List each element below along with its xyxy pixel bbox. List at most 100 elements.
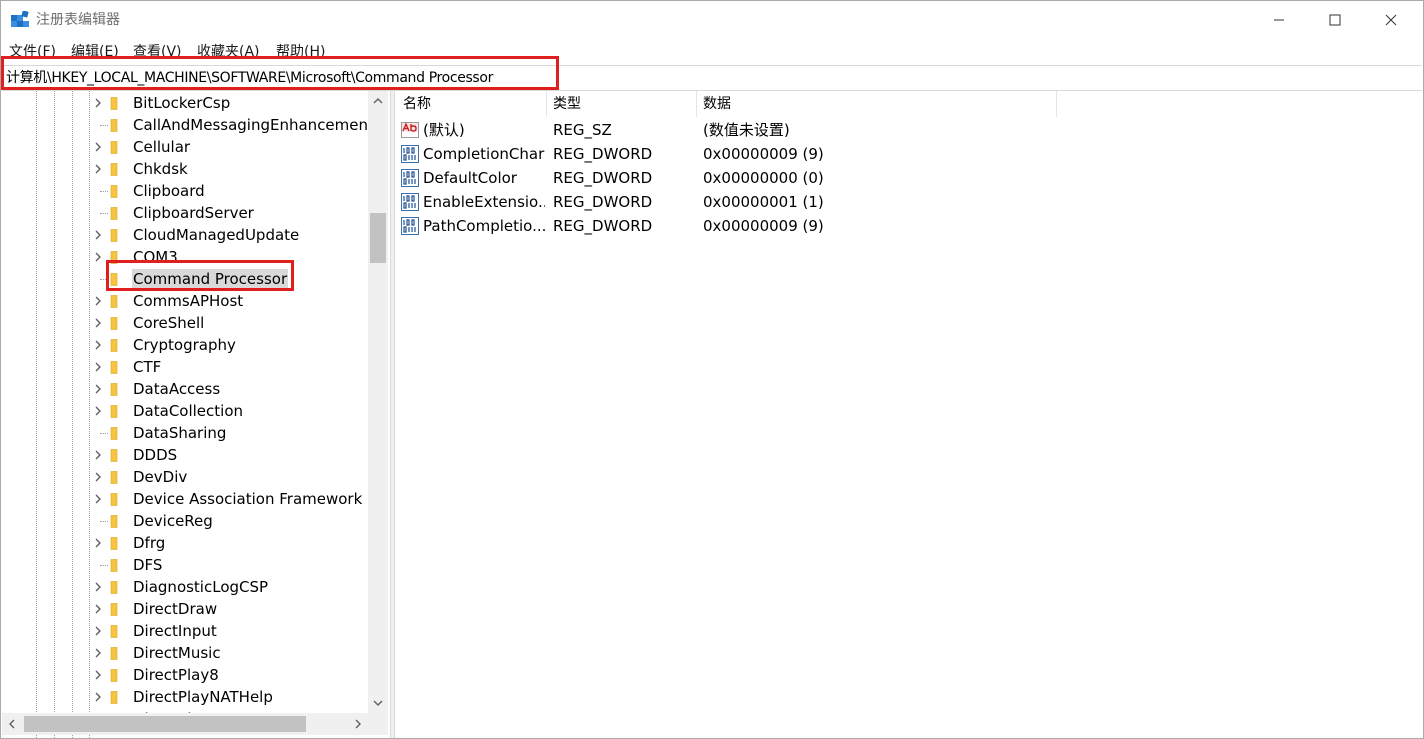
tree-item[interactable]: Device Association Framework: [2, 488, 368, 510]
expand-chevron-icon[interactable]: [93, 648, 103, 658]
expand-chevron-icon[interactable]: [93, 538, 103, 548]
tree-item[interactable]: CloudManagedUpdate: [2, 224, 368, 246]
tree-item[interactable]: CommsAPHost: [2, 290, 368, 312]
expand-chevron-icon[interactable]: [93, 164, 103, 174]
folder-icon: [110, 647, 118, 660]
chevron-left-icon: [9, 719, 15, 729]
tree-item[interactable]: Chkdsk: [2, 158, 368, 180]
tree-item-label: DiagnosticLogCSP: [133, 578, 269, 596]
tree-item-label: CTF: [133, 358, 162, 376]
folder-icon: [110, 97, 118, 110]
tree-item[interactable]: Clipboard: [2, 180, 368, 202]
chevron-right-icon: [355, 719, 361, 729]
tree-item[interactable]: DirectDraw: [2, 598, 368, 620]
tree-item[interactable]: DiagnosticLogCSP: [2, 576, 368, 598]
expand-chevron-icon[interactable]: [93, 472, 103, 482]
expand-chevron-icon[interactable]: [93, 626, 103, 636]
column-header-type[interactable]: 类型: [546, 91, 696, 117]
tree-vertical-scrollbar[interactable]: [368, 91, 388, 713]
vertical-scroll-thumb[interactable]: [370, 213, 386, 263]
expand-chevron-icon[interactable]: [93, 296, 103, 306]
value-name: (默认): [423, 121, 465, 139]
folder-icon: [110, 339, 118, 352]
value-row[interactable]: EnableExtensio... REG_DWORD 0x00000001 (1): [396, 190, 1396, 214]
tree-item[interactable]: BitLockerCsp: [2, 92, 368, 114]
tree-item[interactable]: DFS: [2, 554, 368, 576]
column-header-data[interactable]: 数据: [696, 91, 1056, 117]
expand-chevron-icon[interactable]: [93, 692, 103, 702]
expand-chevron-icon[interactable]: [93, 230, 103, 240]
address-highlight-box: [1, 56, 559, 90]
scroll-left-button[interactable]: [2, 713, 22, 735]
tree-item[interactable]: CTF: [2, 356, 368, 378]
folder-icon: [110, 427, 118, 440]
maximize-button[interactable]: [1307, 1, 1363, 39]
tree-connector-line: [100, 125, 108, 126]
scroll-up-button[interactable]: [368, 91, 388, 111]
tree-item[interactable]: DataSharing: [2, 422, 368, 444]
tree-item[interactable]: CallAndMessagingEnhancement: [2, 114, 374, 136]
tree-item[interactable]: DirectInput: [2, 620, 368, 642]
tree-item-label: BitLockerCsp: [133, 94, 231, 112]
expand-chevron-icon[interactable]: [93, 362, 103, 372]
horizontal-scroll-thumb[interactable]: [24, 716, 306, 732]
folder-icon: [110, 581, 118, 594]
expand-chevron-icon[interactable]: [93, 318, 103, 328]
tree-item[interactable]: ClipboardServer: [2, 202, 368, 224]
folder-icon: [110, 207, 118, 220]
binary-value-icon: [401, 145, 419, 163]
expand-chevron-icon[interactable]: [93, 252, 103, 262]
scrollbar-corner: [368, 713, 388, 735]
tree-item[interactable]: DataAccess: [2, 378, 368, 400]
tree-item-label: DataSharing: [133, 424, 227, 442]
tree-horizontal-scrollbar[interactable]: [2, 713, 368, 735]
tree-item[interactable]: DevDiv: [2, 466, 368, 488]
expand-chevron-icon[interactable]: [93, 582, 103, 592]
expand-chevron-icon[interactable]: [93, 406, 103, 416]
tree-connector-line: [100, 191, 108, 192]
tree-connector-line: [100, 213, 108, 214]
tree-item[interactable]: Cellular: [2, 136, 368, 158]
tree-item[interactable]: DeviceReg: [2, 510, 368, 532]
minimize-button[interactable]: [1251, 1, 1307, 39]
tree-item-label: Dfrg: [133, 534, 166, 552]
column-divider[interactable]: [1056, 91, 1057, 117]
expand-chevron-icon[interactable]: [93, 142, 103, 152]
value-type: REG_DWORD: [553, 169, 653, 187]
expand-chevron-icon[interactable]: [93, 450, 103, 460]
expand-chevron-icon[interactable]: [93, 670, 103, 680]
close-button[interactable]: [1363, 1, 1419, 39]
tree-item[interactable]: DDDS: [2, 444, 368, 466]
tree-item-label: DataAccess: [133, 380, 221, 398]
column-header-name[interactable]: 名称: [396, 91, 546, 117]
tree-item[interactable]: Dfrg: [2, 532, 368, 554]
tree-item-label: DirectDraw: [133, 600, 218, 618]
tree-item-label: DevDiv: [133, 468, 188, 486]
expand-chevron-icon[interactable]: [93, 384, 103, 394]
maximize-icon: [1329, 14, 1341, 26]
tree-item[interactable]: DirectPlayNATHelp: [2, 686, 368, 708]
scroll-down-button[interactable]: [368, 693, 388, 713]
pane-splitter[interactable]: [390, 91, 395, 738]
expand-chevron-icon[interactable]: [93, 494, 103, 504]
scroll-right-button[interactable]: [348, 713, 368, 735]
tree-item[interactable]: DataCollection: [2, 400, 368, 422]
expand-chevron-icon[interactable]: [93, 340, 103, 350]
registry-editor-window: 注册表编辑器 文件(F) 编辑(E) 查看(V) 收藏夹(A) 帮助(H) 计算…: [0, 0, 1424, 739]
tree-item-label: DirectMusic: [133, 644, 221, 662]
folder-icon: [110, 119, 118, 132]
expand-chevron-icon[interactable]: [93, 604, 103, 614]
tree-item[interactable]: Cryptography: [2, 334, 368, 356]
value-row[interactable]: (默认) REG_SZ (数值未设置): [396, 118, 1396, 142]
tree-item[interactable]: CoreShell: [2, 312, 368, 334]
folder-icon: [110, 603, 118, 616]
value-row[interactable]: DefaultColor REG_DWORD 0x00000000 (0): [396, 166, 1396, 190]
tree-item[interactable]: DirectPlay8: [2, 664, 368, 686]
folder-icon: [110, 295, 118, 308]
value-name: PathCompletio...: [423, 217, 545, 235]
value-row[interactable]: PathCompletio... REG_DWORD 0x00000009 (9): [396, 214, 1396, 238]
selected-key-highlight-box: [106, 260, 294, 291]
expand-chevron-icon[interactable]: [93, 98, 103, 108]
value-row[interactable]: CompletionChar REG_DWORD 0x00000009 (9): [396, 142, 1396, 166]
tree-item[interactable]: DirectMusic: [2, 642, 368, 664]
